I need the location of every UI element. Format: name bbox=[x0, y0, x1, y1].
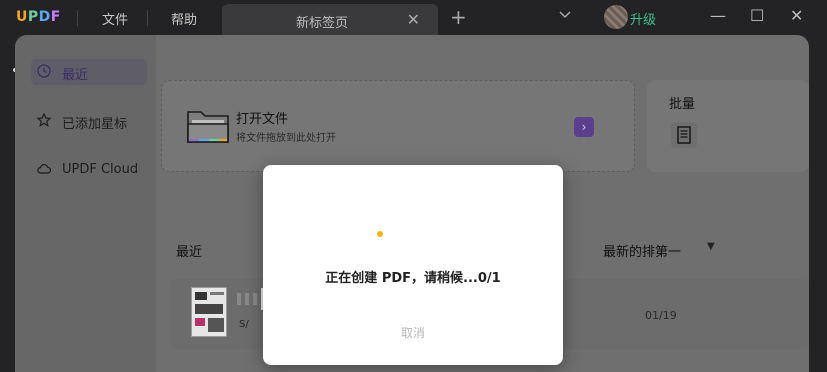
loading-spinner-icon bbox=[377, 231, 383, 237]
open-file-title: 打开文件 bbox=[236, 112, 289, 127]
sidebar-item-recent[interactable]: 最近 bbox=[31, 59, 147, 85]
window-close-button[interactable]: ✕ bbox=[790, 6, 803, 25]
sidebar-item-cloud[interactable]: UPDF Cloud bbox=[31, 157, 147, 183]
file-meta: S/ bbox=[239, 319, 249, 330]
maximize-button[interactable]: ☐ bbox=[750, 6, 764, 25]
divider bbox=[147, 10, 148, 26]
open-file-card[interactable]: 打开文件 将文件拖放到此处打开 › bbox=[161, 80, 635, 172]
menu-help[interactable]: 帮助 bbox=[171, 9, 197, 28]
tab-label: 新标签页 bbox=[296, 16, 349, 31]
menu-file[interactable]: 文件 bbox=[102, 9, 128, 28]
file-date: 01/19 bbox=[645, 309, 677, 322]
sidebar: 最近 已添加星标 UPDF Cloud bbox=[15, 35, 156, 372]
chevron-right-icon[interactable]: › bbox=[574, 117, 594, 137]
sidebar-item-starred[interactable]: 已添加星标 bbox=[31, 108, 147, 134]
minimize-button[interactable]: — bbox=[710, 6, 726, 25]
sidebar-item-label: 最近 bbox=[62, 68, 89, 83]
progress-message: 正在创建 PDF，请稍候...0/1 bbox=[325, 271, 501, 286]
upgrade-button[interactable]: 升级 bbox=[630, 9, 656, 28]
batch-button[interactable] bbox=[671, 122, 697, 148]
recent-section-title: 最近 bbox=[176, 245, 203, 260]
title-bar: UPDF 文件 帮助 新标签页 ✕ + 升级 — ☐ ✕ bbox=[0, 0, 827, 36]
folder-icon bbox=[187, 111, 229, 143]
cloud-icon bbox=[37, 164, 51, 174]
batch-card[interactable]: 批量 bbox=[647, 80, 809, 172]
caret-down-icon[interactable]: ▼ bbox=[707, 241, 715, 252]
app-window: UPDF 文件 帮助 新标签页 ✕ + 升级 — ☐ ✕ 最近 已添加星标 UP… bbox=[0, 0, 827, 372]
sort-dropdown[interactable]: 最新的排第一 bbox=[603, 241, 681, 260]
progress-dialog: 正在创建 PDF，请稍候...0/1 取消 bbox=[263, 165, 563, 365]
cancel-button[interactable]: 取消 bbox=[263, 324, 563, 341]
sidebar-item-label: 已添加星标 bbox=[62, 117, 128, 132]
sidebar-item-label: UPDF Cloud bbox=[62, 162, 139, 177]
tab-close-icon[interactable]: ✕ bbox=[407, 10, 420, 29]
open-file-subtitle: 将文件拖放到此处打开 bbox=[236, 133, 336, 144]
star-icon bbox=[37, 113, 51, 127]
batch-title: 批量 bbox=[669, 97, 696, 112]
avatar[interactable] bbox=[604, 5, 628, 29]
divider bbox=[77, 10, 78, 26]
new-tab-button[interactable]: + bbox=[450, 5, 467, 29]
file-thumbnail bbox=[191, 287, 227, 337]
document-stack-icon bbox=[677, 126, 691, 144]
updf-logo: UPDF bbox=[16, 9, 61, 25]
chevron-down-icon[interactable] bbox=[558, 8, 572, 22]
tab-new-tab[interactable]: 新标签页 ✕ bbox=[222, 4, 438, 36]
clock-icon bbox=[37, 64, 51, 78]
